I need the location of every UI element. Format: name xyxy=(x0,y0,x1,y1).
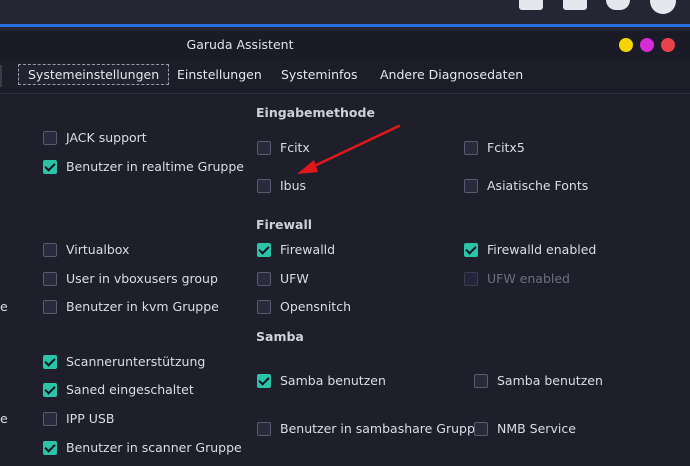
arrow-head xyxy=(297,160,318,174)
arrow-shaft xyxy=(308,124,401,170)
annotation-arrow xyxy=(297,124,401,174)
